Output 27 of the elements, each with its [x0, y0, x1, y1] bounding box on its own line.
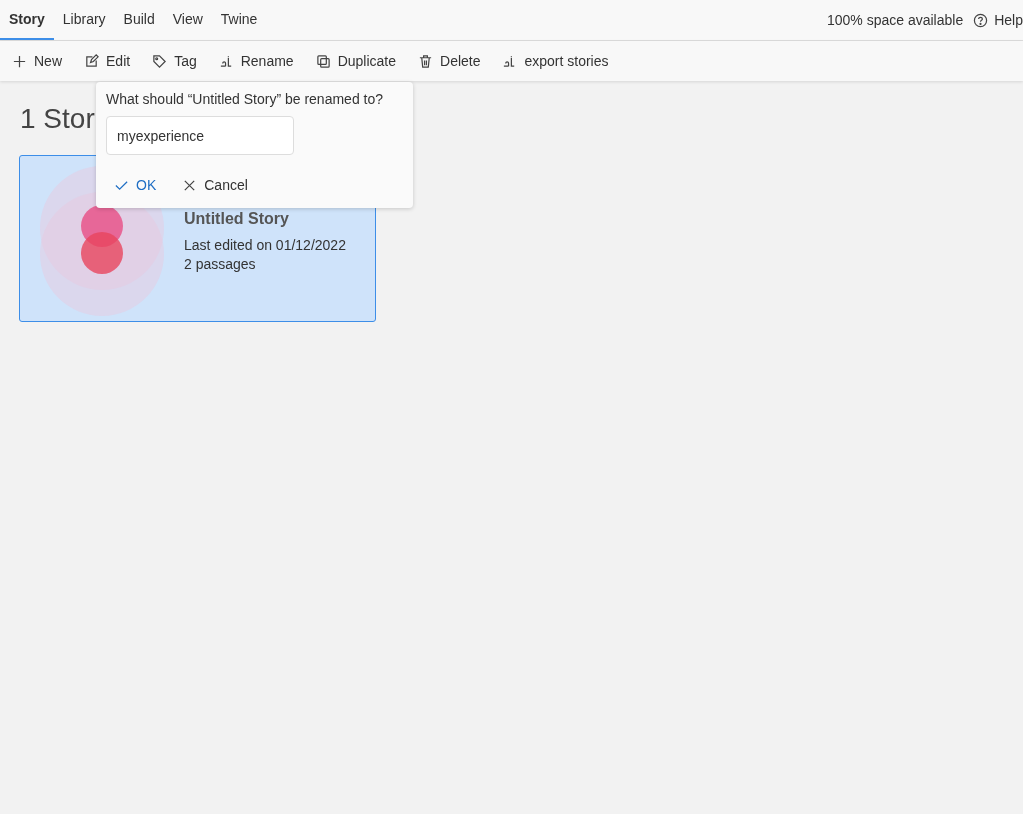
- toolbar-button[interactable]: Edit: [76, 49, 139, 73]
- name-field[interactable]: myexperience: [106, 116, 294, 155]
- toolbar-button[interactable]: Duplicate: [307, 49, 404, 73]
- rename-prompt: What should “Untitled Story” be renamed to?: [106, 91, 384, 107]
- toolbar-button[interactable]: Delete: [410, 49, 489, 73]
- toolbar-button[interactable]: New: [4, 49, 70, 73]
- menu-tab[interactable]: View: [163, 0, 212, 40]
- page-heading: 1 Stor: [20, 103, 96, 135]
- menu-tab[interactable]: Twine: [211, 0, 267, 40]
- edit-icon: [84, 53, 99, 69]
- help-icon: [973, 12, 989, 28]
- passage-count: 2 passages: [184, 255, 257, 274]
- help-button[interactable]: Help: [973, 0, 1023, 40]
- tag-icon: [152, 53, 168, 69]
- cancel-button[interactable]: Cancel: [174, 173, 256, 197]
- ok-button[interactable]: OK: [106, 173, 165, 197]
- menu-tab[interactable]: Build: [114, 0, 164, 40]
- storage-status: 100% space available: [827, 12, 964, 28]
- plus-icon: [12, 53, 27, 69]
- duplicate-icon: [315, 53, 331, 69]
- story-title: Untitled Story: [184, 210, 290, 228]
- toolbar-button[interactable]: export stories: [494, 49, 617, 73]
- toolbar-button[interactable]: Rename: [210, 49, 302, 73]
- trash-icon: [418, 53, 433, 69]
- edit-date: Last edited on 01/12/2022: [184, 236, 346, 255]
- menu-tab[interactable]: Library: [53, 0, 115, 40]
- toolbar-button[interactable]: Tag: [144, 49, 205, 73]
